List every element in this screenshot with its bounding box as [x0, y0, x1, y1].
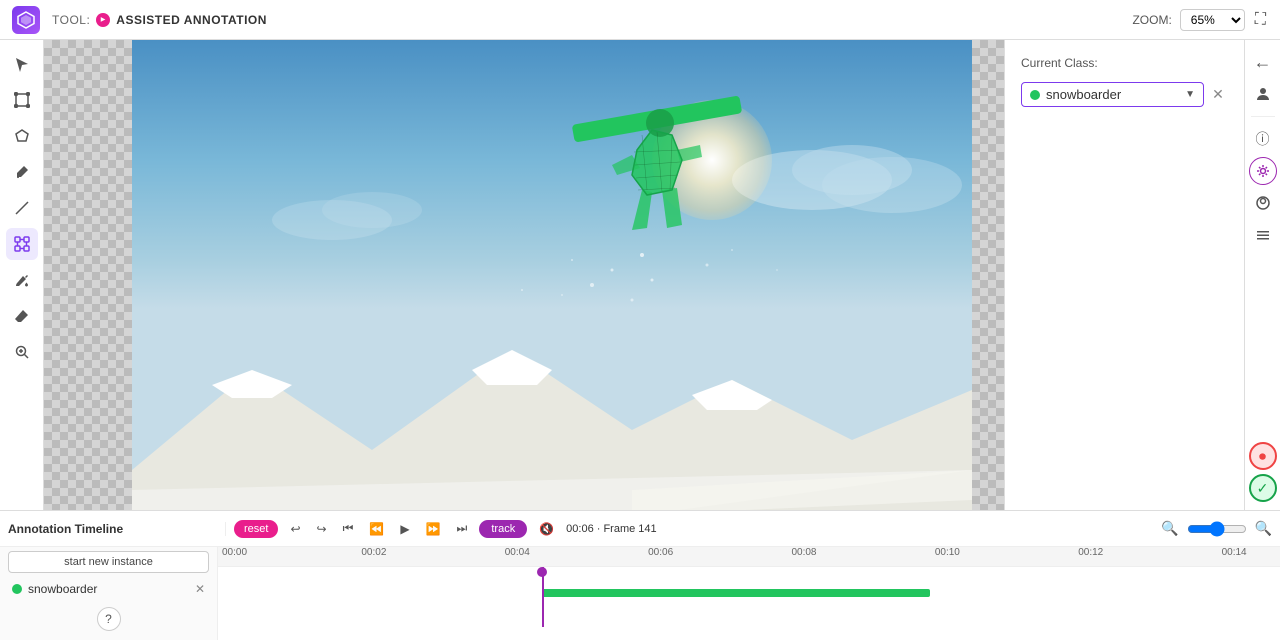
- time-marker-6: 00:06: [648, 547, 673, 558]
- playhead-marker: [537, 567, 547, 577]
- video-frame: [132, 40, 972, 510]
- play-pause-button[interactable]: ▶: [396, 520, 413, 538]
- time-marker-0: 00:00: [222, 547, 247, 558]
- mountains-svg: [132, 290, 972, 510]
- left-toolbar: [0, 40, 44, 510]
- keypoints-tool-button[interactable]: [6, 228, 38, 260]
- next-frame-button[interactable]: ⏩: [422, 520, 445, 538]
- timeline-zoom-slider[interactable]: [1187, 521, 1247, 537]
- timeline-header-left: Annotation Timeline: [8, 522, 226, 536]
- fullscreen-button[interactable]: ⛶: [1253, 9, 1268, 31]
- tool-indicator: [96, 13, 110, 27]
- class-dropdown-chevron: ▼: [1185, 89, 1195, 100]
- annotation-overlay: [562, 80, 762, 280]
- info-button[interactable]: ⓘ: [1249, 125, 1277, 153]
- clouds: [132, 100, 972, 300]
- class-name-text: snowboarder: [1046, 87, 1179, 102]
- current-class-label: Current Class:: [1021, 56, 1228, 70]
- audio-button[interactable]: 🔇: [535, 520, 558, 538]
- annotation-svg: [562, 80, 762, 280]
- top-bar: TOOL: ASSISTED ANNOTATION ZOOM: 65% 25% …: [0, 0, 1280, 40]
- class-color-dot: [1030, 90, 1040, 100]
- tool-prefix-text: TOOL:: [52, 13, 90, 27]
- frame-info: 00:06 · Frame 141: [566, 523, 657, 535]
- record-button[interactable]: ⏺: [1249, 442, 1277, 470]
- bbox-tool-button[interactable]: [6, 84, 38, 116]
- canvas-area[interactable]: [44, 40, 1004, 510]
- class-dropdown-row: snowboarder ▼ ✕: [1021, 82, 1228, 107]
- polygon-tool-button[interactable]: [6, 120, 38, 152]
- timeline-body: start new instance snowboarder ✕ ? 00:00…: [0, 547, 1280, 640]
- zoom-label: ZOOM:: [1132, 13, 1171, 27]
- time-marker-14: 00:14: [1222, 547, 1247, 558]
- time-marker-8: 00:08: [791, 547, 816, 558]
- main-area: Current Class: snowboarder ▼ ✕ ← ⓘ ⏺ ✓: [0, 40, 1280, 510]
- brush-tool-button[interactable]: [6, 156, 38, 188]
- class-dropdown[interactable]: snowboarder ▼: [1021, 82, 1204, 107]
- help-button[interactable]: ?: [97, 607, 121, 631]
- line-tool-button[interactable]: [6, 192, 38, 224]
- tool-prefix: TOOL: ASSISTED ANNOTATION: [52, 13, 267, 27]
- redo-button[interactable]: ↪: [313, 520, 331, 538]
- annotation-track-bar[interactable]: [542, 589, 930, 597]
- zoom-control: ZOOM: 65% 25% 50% 75% 100% ⛶: [1132, 9, 1268, 31]
- select-tool-button[interactable]: [6, 48, 38, 80]
- timeline-header: Annotation Timeline reset ↩ ↪ ⏮ ⏪ ▶ ⏩ ⏭ …: [0, 511, 1280, 547]
- settings-button[interactable]: [1249, 157, 1277, 185]
- zoom-out-timeline-button[interactable]: 🔍: [1161, 520, 1178, 537]
- fill-tool-button[interactable]: [6, 264, 38, 296]
- timeline-instances-panel: start new instance snowboarder ✕ ?: [0, 547, 218, 640]
- right-panel: Current Class: snowboarder ▼ ✕: [1004, 40, 1244, 510]
- skip-start-button[interactable]: ⏮: [339, 519, 358, 538]
- skip-end-button[interactable]: ⏭: [453, 519, 472, 538]
- instances-panel-inner: start new instance snowboarder ✕: [0, 547, 217, 603]
- bottom-area: Annotation Timeline reset ↩ ↪ ⏮ ⏪ ▶ ⏩ ⏭ …: [0, 510, 1280, 640]
- time-marker-2: 00:02: [361, 547, 386, 558]
- prev-frame-button[interactable]: ⏪: [365, 520, 388, 538]
- time-marker-4: 00:04: [505, 547, 530, 558]
- user-button[interactable]: [1249, 80, 1277, 108]
- far-right-panel: ← ⓘ ⏺ ✓: [1244, 40, 1280, 510]
- instance-name: snowboarder: [28, 582, 189, 596]
- time-marker-10: 00:10: [935, 547, 960, 558]
- instance-dot: [12, 584, 22, 594]
- zoom-select[interactable]: 65% 25% 50% 75% 100%: [1180, 9, 1245, 31]
- class-close-button[interactable]: ✕: [1208, 85, 1228, 105]
- zoom-in-timeline-button[interactable]: 🔍: [1255, 520, 1272, 537]
- zoom-tool-button[interactable]: [6, 336, 38, 368]
- app-logo: [12, 6, 40, 34]
- confirm-button[interactable]: ✓: [1249, 474, 1277, 502]
- person-button[interactable]: [1249, 189, 1277, 217]
- undo-button[interactable]: ↩: [286, 520, 304, 538]
- start-new-instance-button[interactable]: start new instance: [8, 551, 209, 573]
- eraser-tool-button[interactable]: [6, 300, 38, 332]
- time-ruler: 00:00 00:02 00:04 00:06 00:08 00:10 00:1…: [218, 547, 1280, 567]
- time-marker-12: 00:12: [1078, 547, 1103, 558]
- track-button[interactable]: track: [479, 520, 527, 538]
- tool-name-text: ASSISTED ANNOTATION: [116, 13, 267, 27]
- timeline-track-area: 00:00 00:02 00:04 00:06 00:08 00:10 00:1…: [218, 547, 1280, 640]
- instance-close-button[interactable]: ✕: [195, 582, 205, 596]
- timeline-title: Annotation Timeline: [8, 522, 131, 536]
- timeline-tracks[interactable]: [218, 567, 1280, 627]
- list-button[interactable]: [1249, 221, 1277, 249]
- help-area: ?: [0, 603, 217, 639]
- back-button[interactable]: ←: [1249, 48, 1277, 76]
- instance-row: snowboarder ✕: [8, 579, 209, 599]
- reset-button[interactable]: reset: [234, 520, 278, 538]
